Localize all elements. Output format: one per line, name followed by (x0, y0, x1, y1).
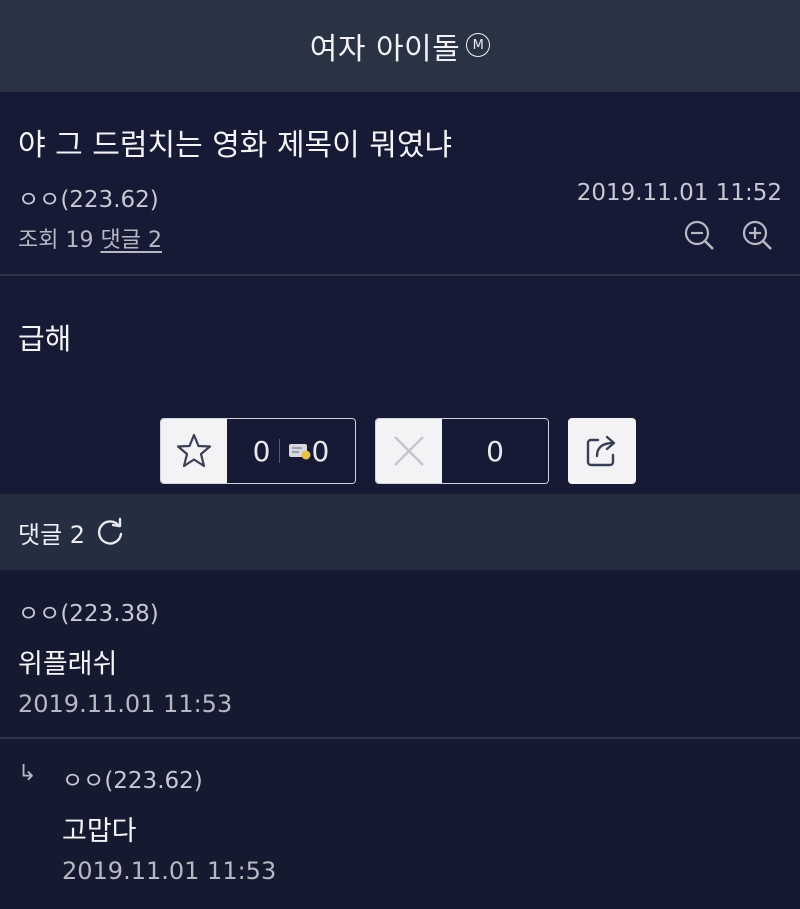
post-author: ㅇㅇ(223.62) (18, 187, 159, 213)
post-date: 2019.11.01 11:52 (576, 180, 782, 206)
recommend-counts: 0 0 (227, 419, 355, 483)
comment-date: 2019.11.01 11:53 (18, 690, 233, 718)
comment-text: 위플래쉬 (18, 649, 118, 680)
comments-count-label: 댓글 2 (18, 520, 86, 549)
comment-count-link[interactable]: 댓글 2 (100, 228, 161, 253)
share-icon (586, 435, 616, 467)
fix-recommend-count: 0 (311, 434, 330, 468)
reply-item: ↳ ㅇㅇ(223.62) 고맙다 2019.11.01 11:53 (0, 739, 800, 909)
comment-author: ㅇㅇ(223.38) (18, 601, 159, 627)
reply-author: ㅇㅇ(223.62) (62, 768, 203, 794)
downvote-icon-cell (376, 419, 442, 483)
post-body: 급해 0 0 0 (0, 276, 800, 492)
refresh-icon[interactable] (95, 517, 125, 547)
post-title: 야 그 드럼치는 영화 제목이 뭐였냐 (18, 128, 453, 163)
downvote-button[interactable]: 0 (375, 418, 549, 484)
post-content: 급해 (18, 322, 72, 356)
comment-item: ㅇㅇ(223.38) 위플래쉬 2019.11.01 11:53 (0, 570, 800, 736)
recommend-count: 0 (252, 434, 271, 468)
reply-date: 2019.11.01 11:53 (62, 857, 277, 885)
minor-gallery-badge-icon: M (466, 33, 491, 57)
x-icon (394, 436, 424, 466)
downvote-count: 0 (442, 419, 548, 483)
board-header: 여자 아이돌 M (0, 0, 800, 92)
share-button[interactable] (568, 418, 636, 484)
zoom-out-icon[interactable] (682, 218, 716, 252)
reply-arrow-icon: ↳ (18, 761, 37, 786)
reply-text: 고맙다 (62, 816, 137, 847)
post-header: 야 그 드럼치는 영화 제목이 뭐였냐 ㅇㅇ(223.62) 2019.11.0… (0, 92, 800, 274)
star-icon (176, 433, 212, 468)
view-count: 조회 19 (18, 228, 94, 253)
fix-recommend-icon (288, 444, 310, 460)
zoom-in-icon[interactable] (740, 218, 774, 252)
post-stats: 조회 19 댓글 2 (18, 222, 162, 254)
comments-header: 댓글 2 (0, 494, 800, 570)
recommend-button[interactable]: 0 0 (160, 418, 356, 484)
recommend-icon-cell (161, 419, 227, 483)
board-title[interactable]: 여자 아이돌 (310, 24, 461, 68)
